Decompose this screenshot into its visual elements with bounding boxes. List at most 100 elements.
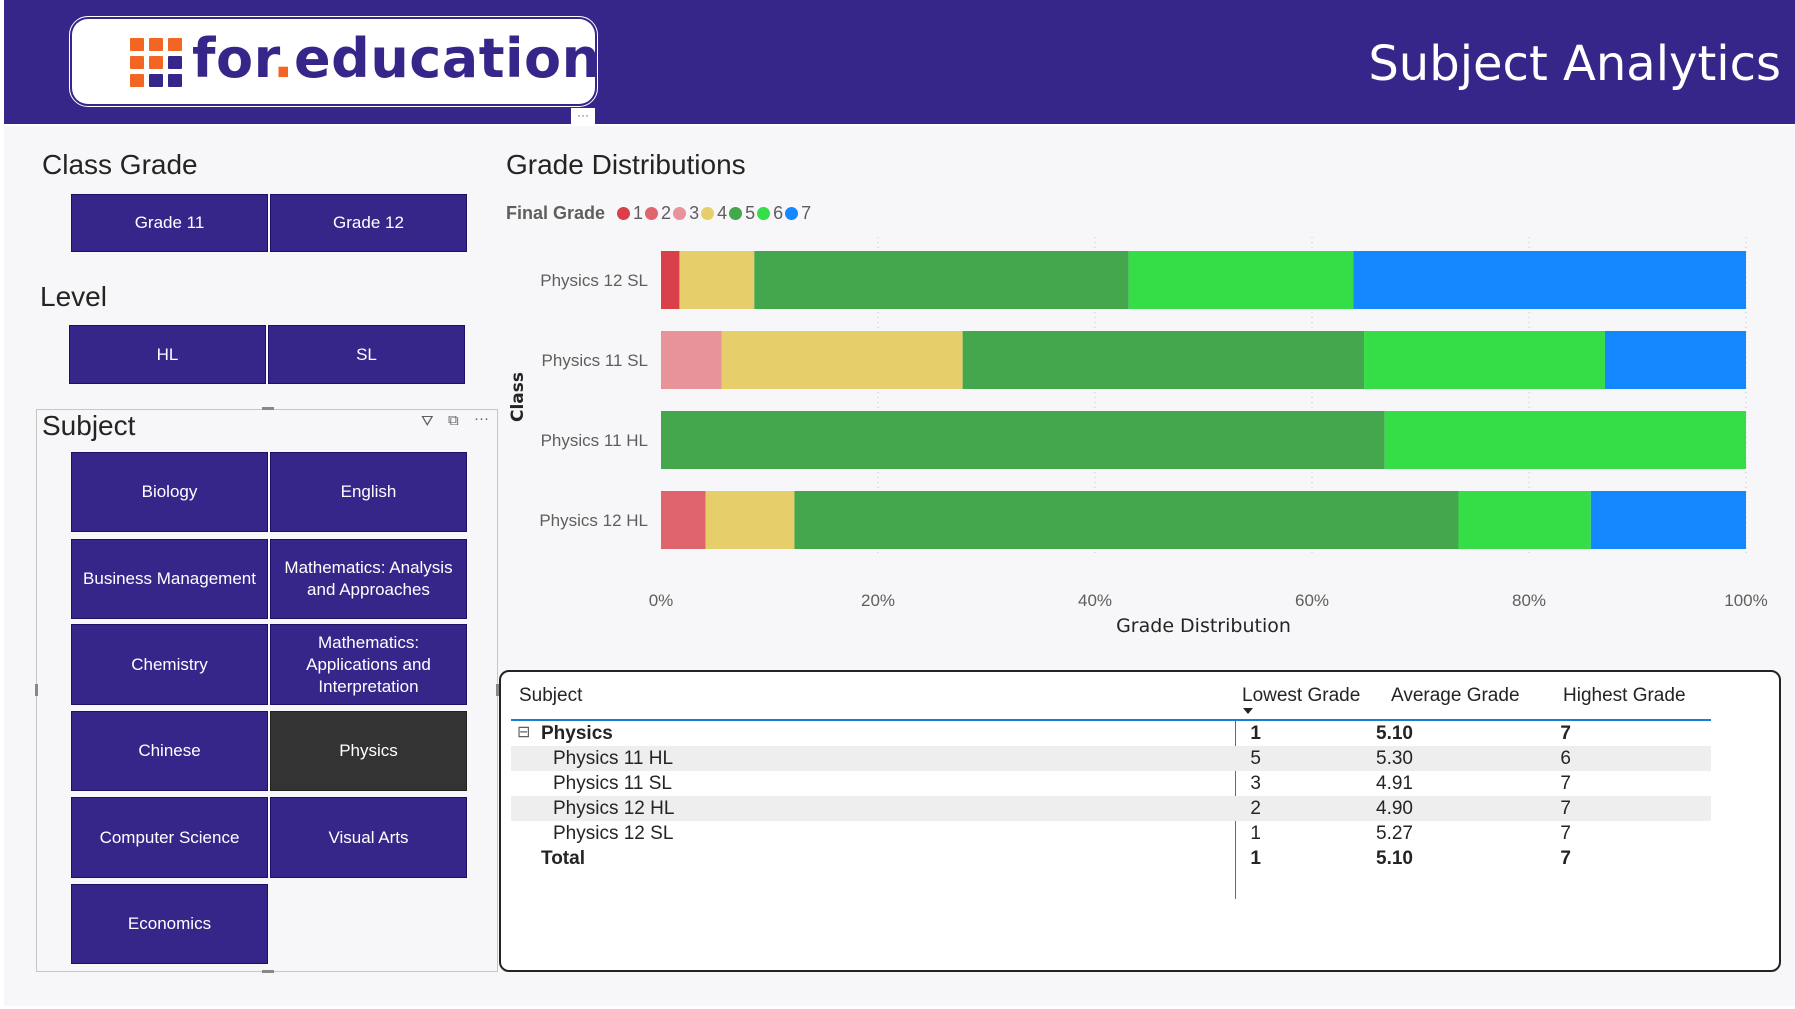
- legend-marker: [785, 206, 799, 220]
- subject-option-english[interactable]: English: [270, 452, 467, 532]
- bar-segment: [754, 251, 1129, 309]
- legend-label: 7: [801, 202, 812, 223]
- legend-item-4[interactable]: 4: [701, 203, 727, 224]
- y-axis-label: Class: [508, 372, 528, 422]
- class-grade-option-grade-11[interactable]: Grade 11: [71, 194, 268, 252]
- resize-handle[interactable]: [35, 684, 38, 696]
- subject-option-economics[interactable]: Economics: [71, 884, 268, 964]
- resize-handle[interactable]: [262, 970, 274, 973]
- chart-legend: Final Grade 1234567: [506, 200, 813, 226]
- total-row-highest: 7: [1560, 848, 1571, 869]
- page-title: Subject Analytics: [1368, 36, 1781, 92]
- header-divider: [511, 719, 1711, 721]
- subject-option-biology[interactable]: Biology: [71, 452, 268, 532]
- total-row-average: 5.10: [1376, 848, 1413, 869]
- resize-handle[interactable]: [262, 407, 274, 410]
- column-header-average-grade[interactable]: Average Grade: [1391, 685, 1520, 707]
- group-row-highest: 7: [1560, 723, 1571, 744]
- x-tick-label: 40%: [1078, 591, 1112, 610]
- row-lowest: 1: [1250, 823, 1261, 844]
- legend-label: 5: [745, 202, 756, 223]
- bar-segment: [962, 331, 1365, 389]
- bar-segment: [1604, 331, 1746, 389]
- header-bar: for.education ··· Subject Analytics: [4, 0, 1795, 126]
- subject-option-chinese[interactable]: Chinese: [71, 711, 268, 791]
- group-row-label: Physics: [541, 723, 613, 744]
- filter-icon[interactable]: ⛛: [421, 413, 434, 430]
- sort-descending-icon: [1243, 708, 1253, 714]
- subject-option-business-management[interactable]: Business Management: [71, 539, 268, 619]
- subject-option-chemistry[interactable]: Chemistry: [71, 624, 268, 705]
- legend-label: 4: [717, 202, 728, 223]
- bar-segment: [661, 331, 722, 389]
- x-tick-label: 100%: [1724, 591, 1767, 610]
- column-header-highest-grade[interactable]: Highest Grade: [1563, 685, 1686, 707]
- row-label: Physics 12 HL: [553, 798, 675, 819]
- class-grade-option-grade-12[interactable]: Grade 12: [270, 194, 467, 252]
- bar-segment: [661, 411, 1385, 469]
- y-category-label: Physics 12 SL: [540, 271, 648, 290]
- row-highest: 6: [1560, 748, 1571, 769]
- legend-marker: [617, 206, 631, 220]
- row-lowest: 3: [1250, 773, 1261, 794]
- grade-distribution-chart: 0% 20% 40% 60% 80% 100% Physics 12 SL Physics 1…: [508, 237, 1768, 637]
- subject-option-physics[interactable]: Physics: [270, 711, 467, 791]
- legend-marker: [673, 206, 687, 220]
- bar-segment: [1364, 331, 1605, 389]
- collapse-toggle-icon[interactable]: ⊟: [517, 722, 530, 742]
- legend-item-6[interactable]: 6: [757, 203, 783, 224]
- level-title: Level: [40, 281, 107, 312]
- subject-option-mathematics-analysis[interactable]: Mathematics: Analysis and Approaches: [270, 539, 467, 619]
- bar-segment: [1590, 491, 1746, 549]
- visual-more-options-icon[interactable]: ···: [571, 108, 595, 126]
- bar-segment: [1384, 411, 1746, 469]
- legend-marker: [729, 206, 743, 220]
- table-row[interactable]: [511, 746, 1711, 771]
- row-average: 4.91: [1376, 773, 1413, 794]
- legend-item-5[interactable]: 5: [729, 203, 755, 224]
- row-highest: 7: [1560, 798, 1571, 819]
- row-average: 5.27: [1376, 823, 1413, 844]
- legend-marker: [645, 206, 659, 220]
- legend-item-2[interactable]: 2: [645, 203, 671, 224]
- x-tick-label: 60%: [1295, 591, 1329, 610]
- legend-label: 2: [661, 202, 672, 223]
- x-axis-label: Grade Distribution: [1116, 615, 1291, 637]
- y-category-label: Physics 11 SL: [542, 351, 648, 370]
- table-row[interactable]: [511, 796, 1711, 821]
- focus-mode-icon[interactable]: ⧉: [448, 412, 459, 429]
- class-grade-title: Class Grade: [42, 149, 198, 180]
- column-header-subject[interactable]: Subject: [519, 685, 582, 707]
- more-options-icon[interactable]: ···: [474, 410, 489, 427]
- y-category-label: Physics 12 HL: [539, 511, 648, 530]
- bar-segment: [661, 251, 680, 309]
- bar-segment: [721, 331, 963, 389]
- bar-segment: [661, 491, 706, 549]
- subject-option-mathematics-applications[interactable]: Mathematics: Applications and Interpreta…: [270, 624, 467, 705]
- slicer-header-icons: ⛛ ⧉ ···: [418, 410, 498, 434]
- row-label: Physics 11 SL: [553, 773, 672, 794]
- legend-item-3[interactable]: 3: [673, 203, 699, 224]
- legend-item-1[interactable]: 1: [617, 203, 643, 224]
- bar-segment: [1458, 491, 1591, 549]
- subject-option-visual-arts[interactable]: Visual Arts: [270, 797, 467, 878]
- row-lowest: 2: [1250, 798, 1261, 819]
- subject-option-computer-science[interactable]: Computer Science: [71, 797, 268, 878]
- total-row-lowest: 1: [1250, 848, 1261, 869]
- column-header-lowest-grade[interactable]: Lowest Grade: [1242, 685, 1360, 707]
- row-highest: 7: [1560, 823, 1571, 844]
- bar-segment: [679, 251, 755, 309]
- x-tick-label: 20%: [861, 591, 895, 610]
- legend-title: Final Grade: [506, 202, 606, 223]
- legend-item-7[interactable]: 7: [785, 203, 811, 224]
- level-option-hl[interactable]: HL: [69, 325, 266, 384]
- group-row-lowest: 1: [1250, 723, 1261, 744]
- logo: for.education: [69, 16, 600, 107]
- group-row-average: 5.10: [1376, 723, 1413, 744]
- subject-grades-table: Subject Lowest Grade Average Grade Highe…: [499, 670, 1781, 972]
- row-highest: 7: [1560, 773, 1571, 794]
- row-label: Physics 12 SL: [553, 823, 674, 844]
- level-option-sl[interactable]: SL: [268, 325, 465, 384]
- legend-label: 6: [773, 202, 784, 223]
- bar-segment: [1128, 251, 1354, 309]
